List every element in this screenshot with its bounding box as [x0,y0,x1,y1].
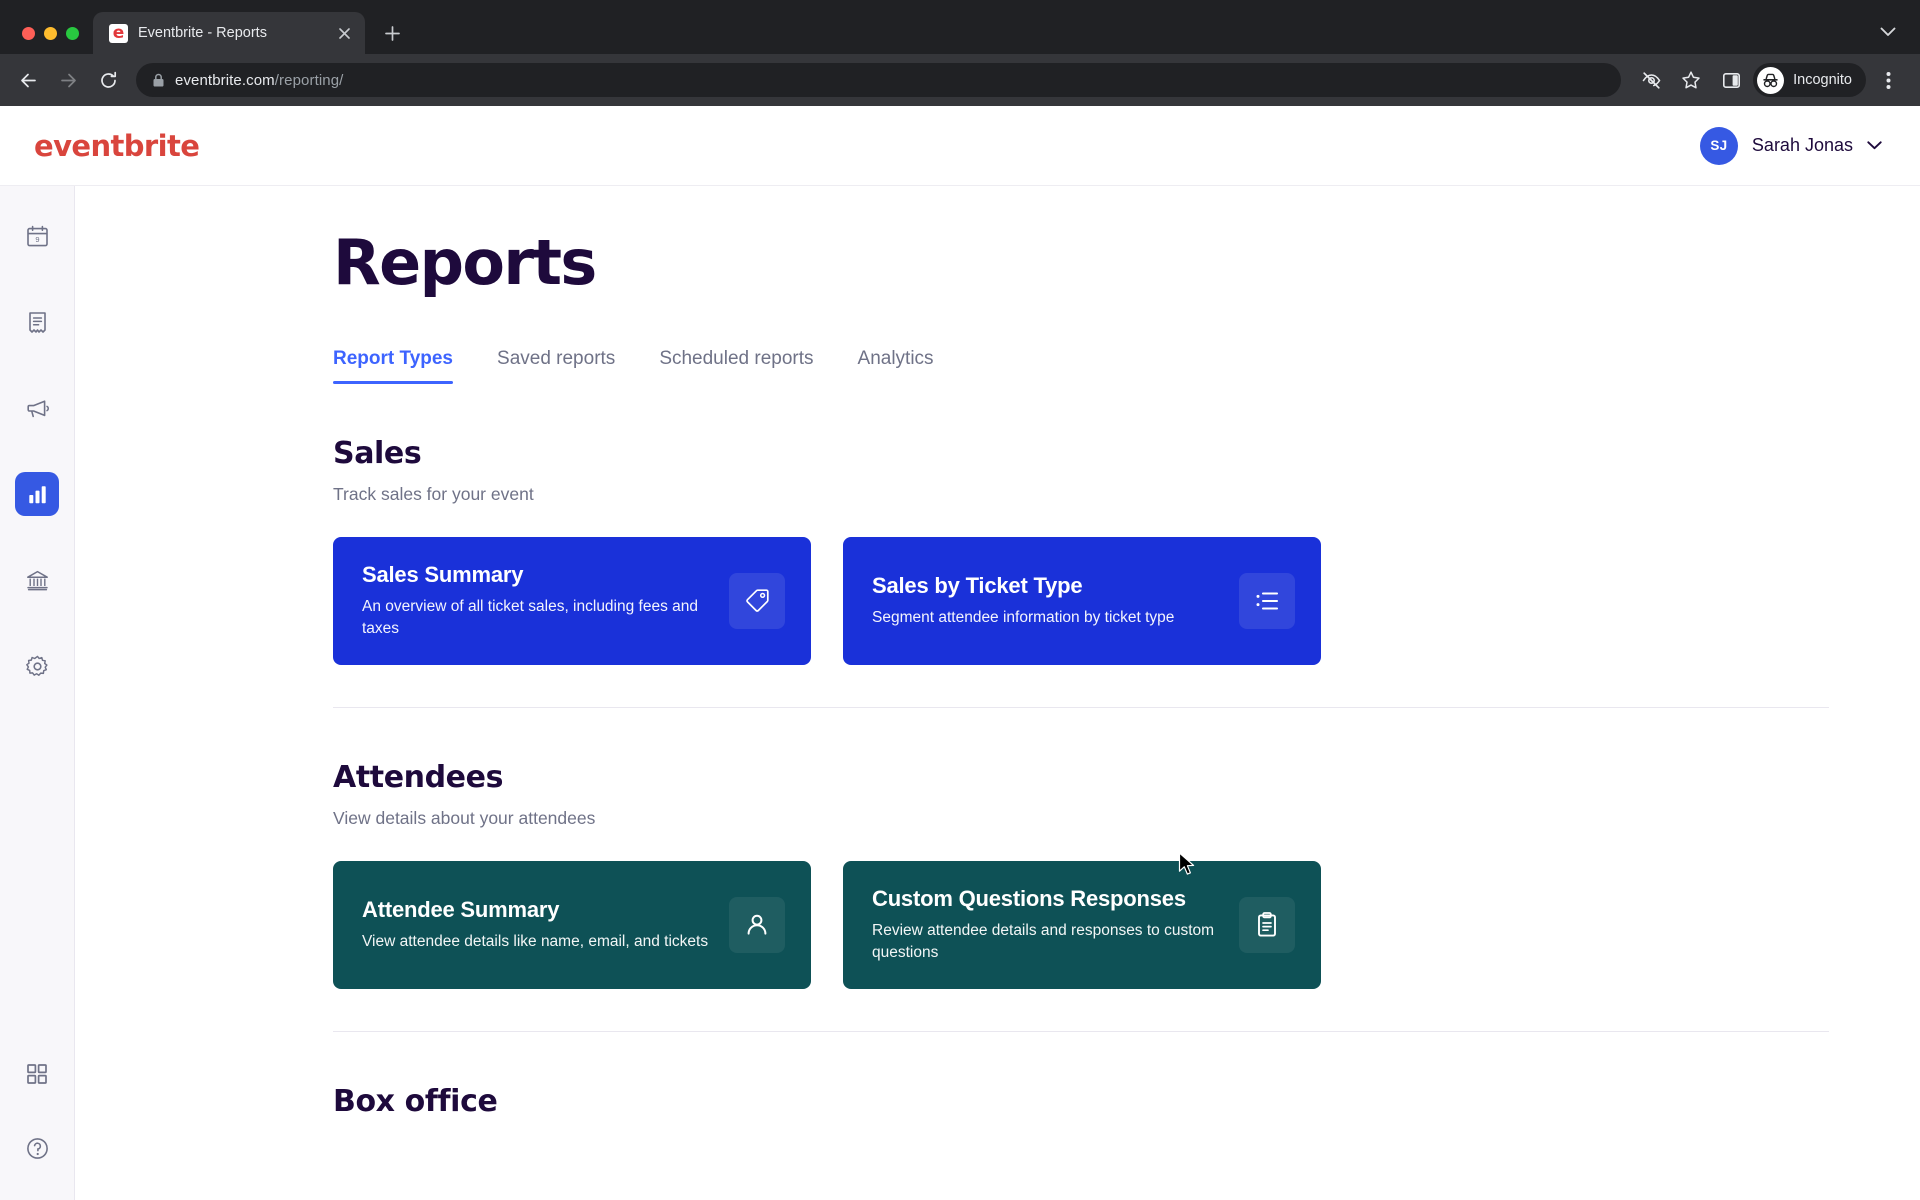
clipboard-icon [1239,897,1295,953]
card-title: Sales Summary [362,562,524,588]
person-icon [729,897,785,953]
sidebar-item-reports[interactable] [15,472,59,516]
browser-window: e Eventbrite - Reports eventbrite.com/re… [0,0,1920,1200]
card-text: Attendee Summary View attendee details l… [362,897,729,953]
minimize-window-button[interactable] [44,27,57,40]
url-path: /reporting/ [274,71,344,89]
section-heading: Box office [333,1084,498,1119]
tab-report-types[interactable]: Report Types [333,348,454,384]
sidebar-item-help[interactable] [15,1126,59,1170]
card-text: Custom Questions Responses Review attend… [872,886,1239,964]
user-menu[interactable]: SJ Sarah Jonas [1699,126,1882,165]
browser-toolbar: eventbrite.com/reporting/ Incognito [0,54,1920,106]
reload-icon[interactable] [90,62,126,98]
sidebar-item-events[interactable]: 9 [15,214,59,258]
kebab-menu-icon[interactable] [1870,62,1906,98]
favicon-letter: e [112,22,125,43]
close-tab-icon[interactable] [333,22,355,44]
eventbrite-favicon-icon: e [109,22,128,43]
close-window-button[interactable] [22,27,35,40]
section-attendees: Attendees View details about your attend… [333,760,1920,989]
tag-icon [729,573,785,629]
section-subheading: Track sales for your event [333,484,534,504]
window-controls [16,27,93,54]
address-bar[interactable]: eventbrite.com/reporting/ [136,63,1622,97]
section-heading: Attendees [333,760,504,795]
new-tab-button[interactable] [375,16,409,50]
back-arrow-icon[interactable] [10,62,46,98]
profile-chip[interactable]: Incognito [1753,63,1866,97]
page-title: Reports [333,226,597,299]
card-title: Custom Questions Responses [872,886,1186,912]
report-card-attendee-summary[interactable]: Attendee Summary View attendee details l… [333,861,811,989]
section-divider [333,707,1829,708]
maximize-window-button[interactable] [66,27,79,40]
section-sales: Sales Track sales for your event Sales S… [333,436,1920,665]
avatar: SJ [1699,126,1738,165]
profile-label: Incognito [1793,72,1852,88]
card-description: Segment attendee information by ticket t… [872,608,1175,626]
card-description: An overview of all ticket sales, includi… [362,597,699,637]
page-body: 9 Reports Report Types Saved reports Sch… [0,186,1920,1200]
report-tabs: Report Types Saved reports Scheduled rep… [333,348,1920,384]
eye-slash-icon[interactable] [1633,62,1669,98]
star-icon[interactable] [1673,62,1709,98]
tab-analytics[interactable]: Analytics [858,348,934,384]
card-description: Review attendee details and responses to… [872,921,1215,961]
chevron-down-icon[interactable] [1870,14,1906,50]
sidebar-item-marketing[interactable] [15,386,59,430]
card-title: Attendee Summary [362,897,560,923]
browser-tab-strip: e Eventbrite - Reports [0,0,1920,54]
card-title: Sales by Ticket Type [872,573,1083,599]
lock-icon [152,73,165,88]
card-description: View attendee details like name, email, … [362,932,709,950]
tab-saved-reports[interactable]: Saved reports [497,348,615,384]
eventbrite-logo[interactable]: eventbrite [34,129,200,163]
tab-scheduled-reports[interactable]: Scheduled reports [659,348,813,384]
card-text: Sales Summary An overview of all ticket … [362,562,729,640]
browser-tab[interactable]: e Eventbrite - Reports [93,12,365,54]
report-card-sales-by-ticket-type[interactable]: Sales by Ticket Type Segment attendee in… [843,537,1321,665]
site-header: eventbrite SJ Sarah Jonas [0,106,1920,186]
sidebar-bottom-group [15,1052,59,1200]
sidebar-item-settings[interactable] [15,644,59,688]
section-box-office: Box office [333,1084,1920,1119]
left-sidebar: 9 [0,186,75,1200]
section-heading: Sales [333,436,422,471]
side-panel-icon[interactable] [1713,62,1749,98]
report-card-custom-questions-responses[interactable]: Custom Questions Responses Review attend… [843,861,1321,989]
card-text: Sales by Ticket Type Segment attendee in… [872,573,1239,629]
sidebar-item-orders[interactable] [15,300,59,344]
incognito-icon [1757,66,1785,94]
sidebar-item-apps[interactable] [15,1052,59,1096]
sidebar-item-finance[interactable] [15,558,59,602]
svg-text:9: 9 [35,235,39,244]
report-card-sales-summary[interactable]: Sales Summary An overview of all ticket … [333,537,811,665]
main-content: Reports Report Types Saved reports Sched… [75,186,1920,1200]
section-cards: Sales Summary An overview of all ticket … [333,537,1920,665]
list-icon [1239,573,1295,629]
tab-title: Eventbrite - Reports [138,25,267,41]
url-domain: eventbrite.com [175,71,275,89]
url-text: eventbrite.com/reporting/ [175,72,343,89]
section-divider [333,1031,1829,1032]
user-name: Sarah Jonas [1751,135,1853,155]
page-viewport: eventbrite SJ Sarah Jonas 9 Reports Repo… [0,106,1920,1200]
chevron-down-icon [1867,141,1882,150]
forward-arrow-icon[interactable] [50,62,86,98]
section-subheading: View details about your attendees [333,808,596,828]
section-cards: Attendee Summary View attendee details l… [333,861,1920,989]
